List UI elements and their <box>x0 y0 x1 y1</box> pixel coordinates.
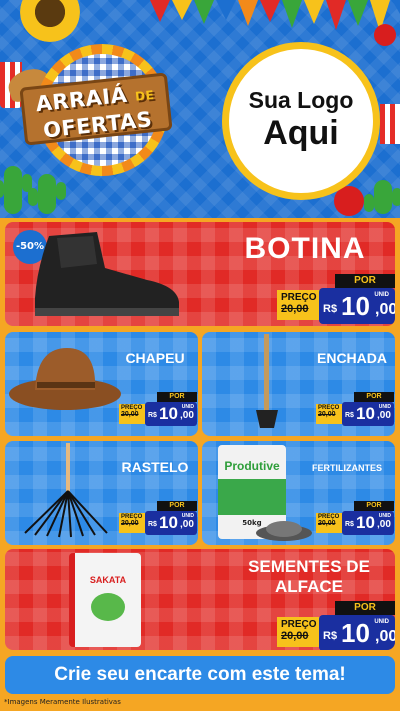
price-por-label: POR <box>354 392 394 402</box>
price-cents: ,00 <box>377 410 391 421</box>
price-integer: 10 <box>356 513 375 532</box>
price-por-label: POR <box>335 601 395 615</box>
price-tag: POR PREÇO 20,00 R$ 10 ,00 UNID <box>277 274 395 324</box>
product-name: BOTINA <box>244 232 366 265</box>
seed-packet-image: SAKATA <box>69 553 141 647</box>
price-value-box: R$ 10 ,00 UNID <box>145 402 197 426</box>
candy-apple-icon <box>374 24 396 46</box>
price-tag: POR PREÇO 20,00 R$ 10 ,00 UNID <box>119 501 197 535</box>
price-value-box: R$ 10 ,00 UNID <box>342 402 394 426</box>
price-tag: POR PREÇO 20,00 R$ 10 ,00 UNID <box>277 601 395 650</box>
old-price: 20,00 <box>318 411 336 418</box>
price-unit: UNID <box>374 292 389 298</box>
product-name: FERTILIZANTES <box>312 463 382 473</box>
product-name-line1: SEMENTES DE <box>248 557 370 576</box>
product-card-enchada[interactable]: ENCHADA POR PREÇO 20,00 R$ 10 ,00 UNID <box>202 332 395 436</box>
price-cents: ,00 <box>180 519 194 530</box>
price-old-box: PREÇO 20,00 <box>316 513 344 533</box>
price-tag: POR PREÇO 20,00 R$ 10 ,00 UNID <box>316 501 394 535</box>
price-tag: POR PREÇO 20,00 R$ 10 ,00 UNID <box>119 392 197 426</box>
price-unit: UNID <box>374 619 389 625</box>
old-price: 20,00 <box>318 520 336 527</box>
currency: R$ <box>345 412 354 419</box>
price-old-box: PREÇO 20,00 <box>277 617 323 647</box>
cactus-icon <box>28 174 66 214</box>
cactus-icon <box>0 166 32 214</box>
price-cents: ,00 <box>180 410 194 421</box>
old-price: 20,00 <box>281 630 309 642</box>
hat-image <box>9 348 121 410</box>
price-por-label: POR <box>157 392 197 402</box>
old-price: 20,00 <box>281 303 309 315</box>
product-card-sementes[interactable]: SAKATA SEMENTES DE ALFACE POR PREÇO 20,00… <box>5 549 395 650</box>
price-tag: POR PREÇO 20,00 R$ 10 ,00 UNID <box>316 392 394 426</box>
price-label: PREÇO <box>281 292 317 303</box>
price-value-box: R$ 10 ,00 UNID <box>319 288 395 324</box>
logo-placeholder-line1: Sua Logo <box>248 87 354 113</box>
currency: R$ <box>345 521 354 528</box>
currency: R$ <box>148 412 157 419</box>
price-integer: 10 <box>341 291 370 321</box>
price-integer: 10 <box>341 618 370 648</box>
product-card-chapeu[interactable]: CHAPEU POR PREÇO 20,00 R$ 10 ,00 UNID <box>5 332 198 436</box>
old-price: 20,00 <box>121 411 139 418</box>
currency: R$ <box>323 630 338 642</box>
popcorn-icon <box>380 104 400 144</box>
price-integer: 10 <box>159 513 178 532</box>
product-name: SEMENTES DE ALFACE <box>229 557 389 597</box>
fertilizer-pile-image <box>256 521 312 541</box>
price-value-box: R$ 10 ,00 UNID <box>145 511 197 535</box>
arraia-badge: ARRAIÁ DE OFERTAS <box>19 44 173 176</box>
rake-image <box>24 443 108 538</box>
logo-placeholder-line2: Aqui <box>263 114 339 152</box>
price-cents: ,00 <box>377 519 391 530</box>
price-old-box: PREÇO 20,00 <box>119 404 147 424</box>
product-name: RASTELO <box>121 459 189 475</box>
price-integer: 10 <box>159 404 178 423</box>
product-card-fertilizantes[interactable]: Produtive 50kg FERTILIZANTES POR PREÇO 20… <box>202 441 395 545</box>
logo-placeholder[interactable]: Sua Logo Aqui <box>222 42 380 200</box>
currency: R$ <box>323 303 338 315</box>
price-unit: UNID <box>181 404 194 410</box>
currency: R$ <box>148 521 157 528</box>
price-unit: UNID <box>378 513 391 519</box>
seed-brand: SAKATA <box>89 575 127 585</box>
old-price: 20,00 <box>121 520 139 527</box>
product-card-rastelo[interactable]: RASTELO POR PREÇO 20,00 R$ 10 ,00 UNID <box>5 441 198 545</box>
price-cents: ,00 <box>375 301 395 318</box>
cta-banner[interactable]: Crie seu encarte com este tema! <box>5 656 395 694</box>
product-name: CHAPEU <box>125 350 185 366</box>
product-card-botina[interactable]: -50% BOTINA POR PREÇO 20,00 R$ 10 ,00 UNI… <box>5 222 395 326</box>
price-label: PREÇO <box>281 619 317 630</box>
price-unit: UNID <box>378 404 391 410</box>
disclaimer-text: *Imagens Meramente Ilustrativas <box>4 698 121 706</box>
price-unit: UNID <box>181 513 194 519</box>
price-old-box: PREÇO 20,00 <box>119 513 147 533</box>
header-banner: ARRAIÁ DE OFERTAS Sua Logo Aqui <box>0 0 400 218</box>
hoe-image <box>256 334 278 428</box>
price-cents: ,00 <box>375 628 395 645</box>
price-value-box: R$ 10 ,00 UNID <box>342 511 394 535</box>
product-name: ENCHADA <box>317 350 387 366</box>
price-por-label: POR <box>335 274 395 288</box>
cactus-icon <box>364 180 400 214</box>
price-integer: 10 <box>356 404 375 423</box>
boot-image <box>35 232 179 316</box>
bag-brand: Produtive <box>224 459 280 473</box>
price-old-box: PREÇO 20,00 <box>277 290 323 320</box>
price-por-label: POR <box>354 501 394 511</box>
product-name-line2: ALFACE <box>275 577 343 596</box>
price-old-box: PREÇO 20,00 <box>316 404 344 424</box>
price-por-label: POR <box>157 501 197 511</box>
price-value-box: R$ 10 ,00 UNID <box>319 615 395 650</box>
badge-de: DE <box>134 87 156 104</box>
